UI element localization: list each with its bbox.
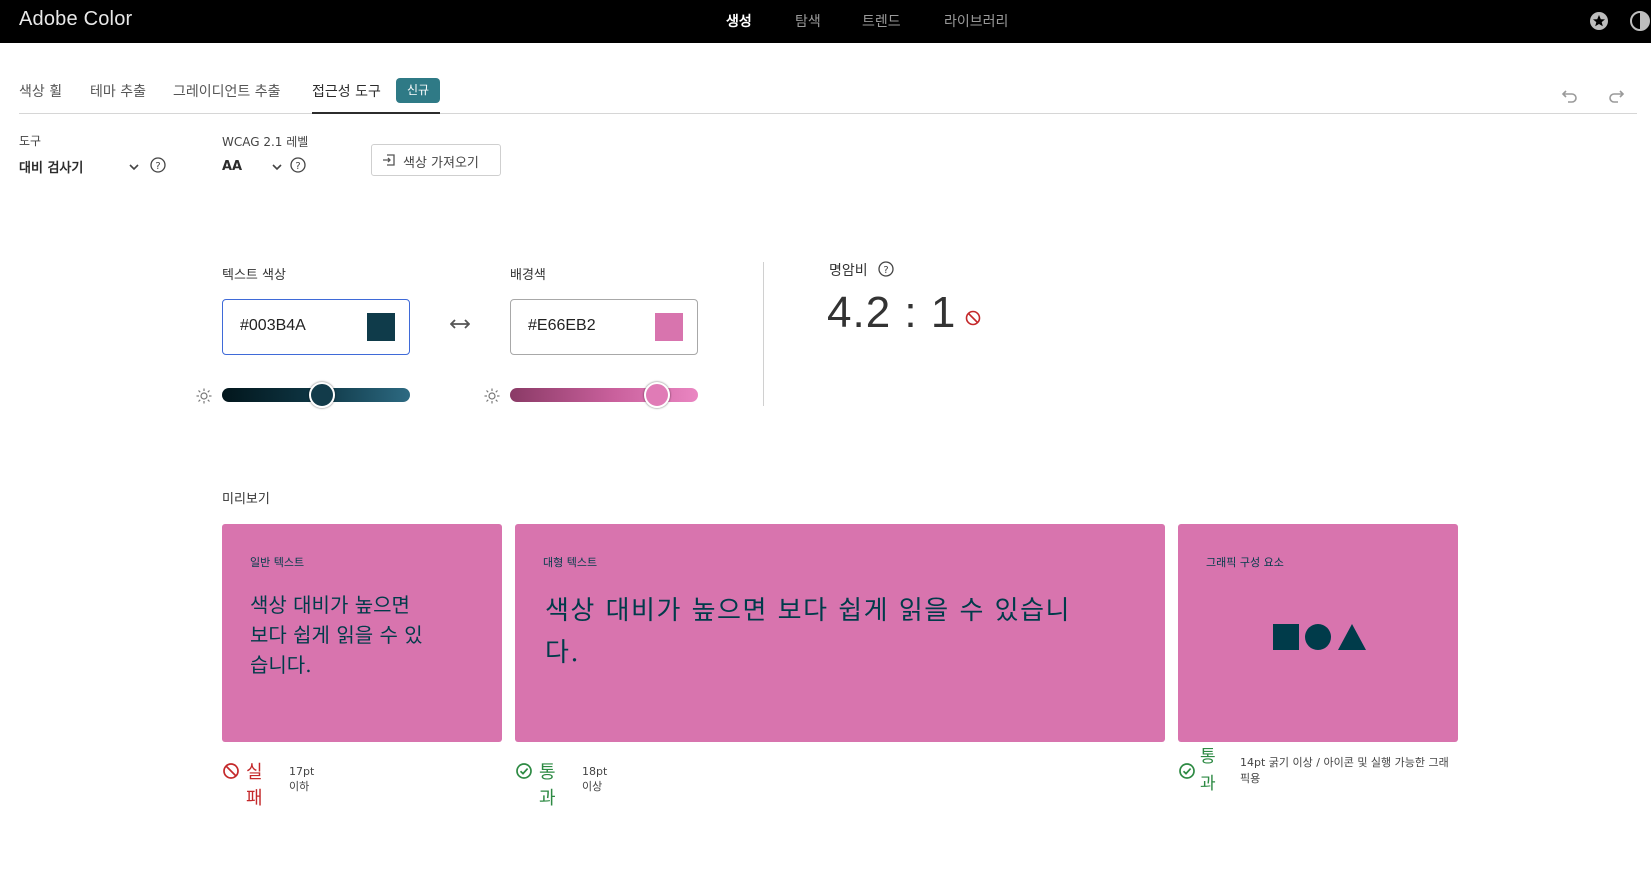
help-icon[interactable]: ? — [290, 157, 306, 173]
tab-accessibility-tools[interactable]: 접근성 도구 — [312, 81, 381, 101]
nav-trends[interactable]: 트렌드 — [862, 11, 901, 31]
preview-card-large-text: 대형 텍스트 색상 대비가 높으면 보다 쉽게 읽을 수 있습니 다. — [515, 524, 1165, 742]
preview-card-graphic: 그래픽 구성 요소 — [1178, 524, 1458, 742]
result-note: 18pt 이상 — [582, 765, 608, 793]
help-icon[interactable]: ? — [150, 157, 166, 173]
sample-line: 색상 대비가 높으면 보다 쉽게 읽을 수 있습니 — [545, 596, 1071, 626]
help-icon[interactable]: ? — [878, 261, 894, 277]
background-brightness-slider[interactable] — [510, 388, 698, 402]
svg-text:?: ? — [883, 265, 888, 276]
theme-toggle-icon[interactable] — [1630, 11, 1650, 31]
swap-colors-icon[interactable] — [450, 317, 470, 331]
tool-label: 도구 — [19, 134, 42, 148]
chevron-down-icon[interactable] — [128, 161, 140, 173]
undo-icon[interactable] — [1561, 86, 1579, 104]
result-status: 통 과 — [1200, 744, 1216, 798]
brightness-icon — [196, 388, 212, 404]
wcag-label: WCAG 2.1 레벨 — [222, 135, 309, 149]
import-colors-label: 색상 가져오기 — [403, 156, 479, 171]
result-status-line: 과 — [1200, 774, 1216, 794]
text-color-field[interactable]: #003B4A — [222, 299, 410, 355]
top-bar: Adobe Color 생성 탐색 트렌드 라이브러리 — [0, 0, 1651, 43]
chevron-down-icon[interactable] — [271, 161, 283, 173]
text-brightness-handle[interactable] — [308, 382, 335, 408]
sample-line: 다. — [545, 638, 581, 668]
tab-extract-gradient[interactable]: 그레이디언트 추출 — [173, 81, 281, 101]
text-color-hex[interactable]: #003B4A — [240, 317, 306, 335]
sample-line: 색상 대비가 높으면 — [250, 593, 410, 617]
square-icon — [1273, 624, 1299, 650]
section-divider — [763, 262, 764, 406]
svg-text:?: ? — [155, 161, 160, 172]
background-color-label: 배경색 — [510, 268, 546, 283]
import-colors-button[interactable]: 색상 가져오기 — [371, 144, 501, 176]
normal-text-sample: 색상 대비가 높으면 보다 쉽게 읽을 수 있 습니다. — [250, 590, 423, 680]
pass-icon — [516, 763, 532, 779]
preview-label: 미리보기 — [222, 492, 270, 507]
triangle-icon — [1338, 624, 1366, 650]
result-status: 실패 — [246, 762, 263, 809]
background-color-field[interactable]: #E66EB2 — [510, 299, 698, 355]
result-note-line: 14pt 굵기 이상 / 아이콘 및 실행 가능한 그래 — [1240, 756, 1449, 769]
nav-explore[interactable]: 탐색 — [795, 11, 821, 31]
fail-icon — [223, 763, 239, 779]
nav-create[interactable]: 생성 — [726, 11, 752, 31]
result-note: 14pt 굵기 이상 / 아이콘 및 실행 가능한 그래 픽용 — [1240, 755, 1470, 787]
sample-line: 습니다. — [250, 653, 312, 677]
graphic-shapes — [1273, 624, 1366, 650]
card-title: 일반 텍스트 — [250, 556, 305, 569]
large-text-sample: 색상 대비가 높으면 보다 쉽게 읽을 수 있습니 다. — [545, 590, 1071, 674]
background-brightness-handle[interactable] — [643, 382, 670, 408]
result-status-line: 통 — [1200, 747, 1216, 767]
redo-icon[interactable] — [1607, 86, 1625, 104]
sample-line: 보다 쉽게 읽을 수 있 — [250, 623, 423, 647]
active-tab-indicator — [312, 112, 440, 114]
contrast-ratio-label: 명암비 — [829, 263, 868, 279]
background-color-swatch[interactable] — [655, 313, 683, 341]
tab-color-wheel[interactable]: 색상 휠 — [19, 81, 62, 101]
result-note-line: 픽용 — [1240, 772, 1261, 785]
svg-text:?: ? — [295, 161, 300, 172]
fail-icon — [965, 310, 981, 326]
new-badge: 신규 — [396, 78, 440, 103]
circle-icon — [1305, 624, 1331, 650]
tool-select[interactable]: 대비 검사기 — [19, 157, 83, 176]
background-color-hex[interactable]: #E66EB2 — [528, 317, 596, 335]
nav-library[interactable]: 라이브러리 — [944, 11, 1008, 31]
star-icon[interactable] — [1589, 11, 1609, 31]
result-note: 17pt 이하 — [289, 765, 315, 793]
card-title: 대형 텍스트 — [543, 556, 598, 569]
tabs-divider — [19, 113, 1637, 114]
brightness-icon — [484, 388, 500, 404]
card-title: 그래픽 구성 요소 — [1206, 556, 1284, 569]
result-status: 통과 — [539, 762, 556, 809]
import-icon — [383, 154, 395, 166]
text-color-label: 텍스트 색상 — [222, 268, 286, 283]
text-color-swatch[interactable] — [367, 313, 395, 341]
wcag-select[interactable]: AA — [222, 159, 242, 174]
pass-icon — [1179, 763, 1195, 779]
contrast-ratio-value: 4.2 : 1 — [827, 288, 957, 337]
app-logo[interactable]: Adobe Color — [19, 8, 132, 31]
preview-card-normal-text: 일반 텍스트 색상 대비가 높으면 보다 쉽게 읽을 수 있 습니다. — [222, 524, 502, 742]
tab-extract-theme[interactable]: 테마 추출 — [90, 81, 146, 101]
